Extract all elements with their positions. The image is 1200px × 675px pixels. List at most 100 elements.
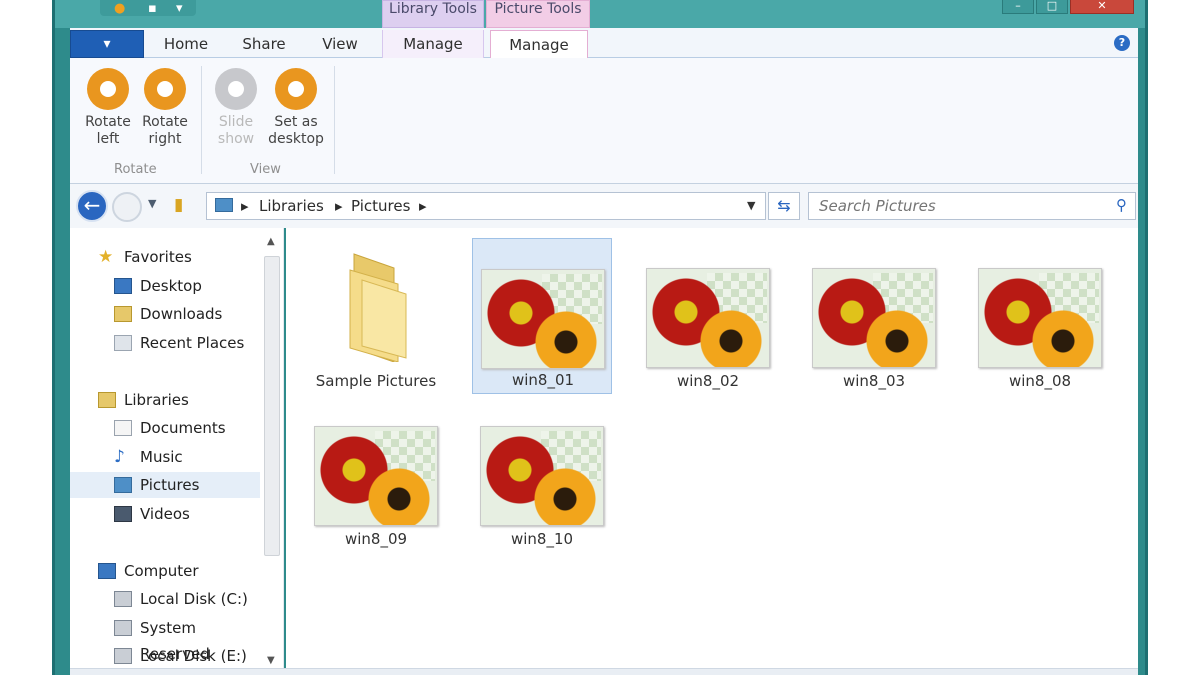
nav-local-disk-c[interactable]: Local Disk (C:) (70, 586, 260, 612)
item-label: win8_01 (511, 371, 575, 389)
tab-share[interactable]: Share (228, 30, 300, 58)
scrollbar-thumb[interactable] (264, 256, 280, 556)
group-label-view: View (250, 162, 281, 177)
up-folder-icon[interactable]: ▮ (174, 195, 183, 215)
image-item[interactable]: win8_10 (472, 396, 612, 552)
nav-favorites[interactable]: ★ Favorites (70, 244, 260, 270)
nav-desktop[interactable]: Desktop (70, 273, 260, 299)
computer-icon (98, 563, 116, 579)
close-button[interactable]: ✕ (1070, 0, 1134, 14)
nav-libraries[interactable]: Libraries (70, 387, 260, 413)
drive-icon (114, 591, 132, 607)
item-label: Sample Pictures (315, 372, 437, 390)
scroll-up-icon[interactable]: ▲ (267, 236, 275, 247)
address-dropdown-icon[interactable]: ▼ (747, 199, 755, 212)
chevron-right-icon[interactable]: ▸ (335, 197, 343, 215)
forward-button[interactable] (112, 192, 142, 222)
nav-downloads[interactable]: Downloads (70, 301, 260, 327)
folder-icon (349, 253, 407, 362)
downloads-icon (114, 306, 132, 322)
pictures-icon (114, 477, 132, 493)
drive-icon (114, 648, 132, 664)
recent-places-icon (114, 335, 132, 351)
drive-icon (114, 620, 132, 636)
set-desktop-icon (275, 68, 317, 110)
recent-locations-dropdown-icon[interactable]: ▼ (148, 197, 156, 210)
nav-pictures[interactable]: Pictures (70, 472, 260, 498)
thumbnail (314, 426, 438, 526)
nav-videos[interactable]: Videos (70, 501, 260, 527)
folder-item[interactable]: Sample Pictures (306, 238, 446, 394)
libraries-icon (98, 392, 116, 408)
image-item[interactable]: win8_01 (472, 238, 612, 394)
maximize-button[interactable]: □ (1036, 0, 1068, 14)
tab-picture-manage[interactable]: Manage (490, 30, 588, 60)
chevron-right-icon[interactable]: ▸ (241, 197, 249, 215)
library-tools-context: Library Tools (382, 0, 484, 28)
refresh-button[interactable]: ⇆ (768, 192, 800, 220)
set-desktop-label: Set as desktop (268, 114, 324, 147)
nav-computer[interactable]: Computer (70, 558, 260, 584)
minimize-button[interactable]: – (1002, 0, 1034, 14)
address-bar[interactable]: ▸ Libraries ▸ Pictures ▸ ▼ (206, 192, 766, 220)
rotate-left-icon (87, 68, 129, 110)
breadcrumb-libraries[interactable]: Libraries (259, 197, 324, 215)
app-icon: ● (114, 1, 126, 16)
nav-system-reserved[interactable]: System Reserved (70, 615, 260, 663)
star-icon: ★ (98, 247, 114, 267)
set-as-desktop-button[interactable]: Set as desktop (266, 68, 326, 148)
file-button[interactable]: ▾ (70, 30, 144, 58)
thumbnail (480, 426, 604, 526)
qat-icon[interactable]: ▪ (148, 1, 157, 16)
image-item[interactable]: win8_09 (306, 396, 446, 552)
image-item[interactable]: win8_08 (970, 238, 1110, 394)
rotate-left-button[interactable]: Rotate left (80, 68, 136, 148)
file-list: Sample Pictures win8_01 win8_02 win8_03 … (286, 228, 1138, 668)
item-label: win8_09 (344, 530, 408, 548)
back-button[interactable]: ← (76, 190, 108, 222)
item-label: win8_02 (676, 372, 740, 390)
rotate-right-button[interactable]: Rotate right (137, 68, 193, 148)
item-label: win8_03 (842, 372, 906, 390)
nav-local-disk-e[interactable]: Local Disk (E:) (70, 643, 260, 669)
music-icon: ♪ (114, 447, 125, 467)
thumbnail (481, 269, 605, 369)
picture-tools-context: Picture Tools (486, 0, 590, 28)
navigation-pane: ★ Favorites Desktop Downloads Recent Pla… (70, 228, 284, 668)
thumbnail (646, 268, 770, 368)
file-menu-icon: ▾ (103, 36, 111, 52)
nav-music[interactable]: ♪ Music (70, 444, 260, 470)
search-box[interactable]: ⚲ (808, 192, 1136, 220)
pictures-library-icon (215, 198, 233, 212)
ribbon-separator (334, 66, 335, 174)
image-item[interactable]: win8_02 (638, 238, 778, 394)
image-item[interactable]: win8_03 (804, 238, 944, 394)
quick-access-toolbar: ● ▪ ▾ (100, 0, 196, 16)
slide-show-label: Slide show (217, 114, 255, 147)
item-label: win8_08 (1008, 372, 1072, 390)
tab-home[interactable]: Home (150, 30, 222, 58)
qat-dropdown-icon[interactable]: ▾ (176, 1, 183, 16)
slide-show-icon (215, 68, 257, 110)
title-bar (55, 0, 1145, 28)
item-label: win8_10 (510, 530, 574, 548)
tab-view[interactable]: View (304, 30, 376, 58)
rotate-right-icon (144, 68, 186, 110)
desktop-icon (114, 278, 132, 294)
scroll-down-icon[interactable]: ▼ (267, 655, 275, 666)
tab-library-manage[interactable]: Manage (382, 30, 484, 58)
breadcrumb-pictures[interactable]: Pictures (351, 197, 410, 215)
thumbnail (812, 268, 936, 368)
search-icon[interactable]: ⚲ (1116, 196, 1127, 214)
chevron-right-icon[interactable]: ▸ (419, 197, 427, 215)
rotate-right-label: Rotate right (142, 114, 188, 147)
group-label-rotate: Rotate (114, 162, 157, 177)
search-input[interactable] (809, 193, 1099, 219)
nav-recent-places[interactable]: Recent Places (70, 330, 260, 356)
back-arrow-icon: ← (83, 193, 101, 217)
help-icon[interactable]: ? (1114, 35, 1130, 51)
rotate-left-label: Rotate left (85, 114, 131, 147)
nav-documents[interactable]: Documents (70, 415, 260, 441)
videos-icon (114, 506, 132, 522)
slide-show-button[interactable]: Slide show (208, 68, 264, 148)
